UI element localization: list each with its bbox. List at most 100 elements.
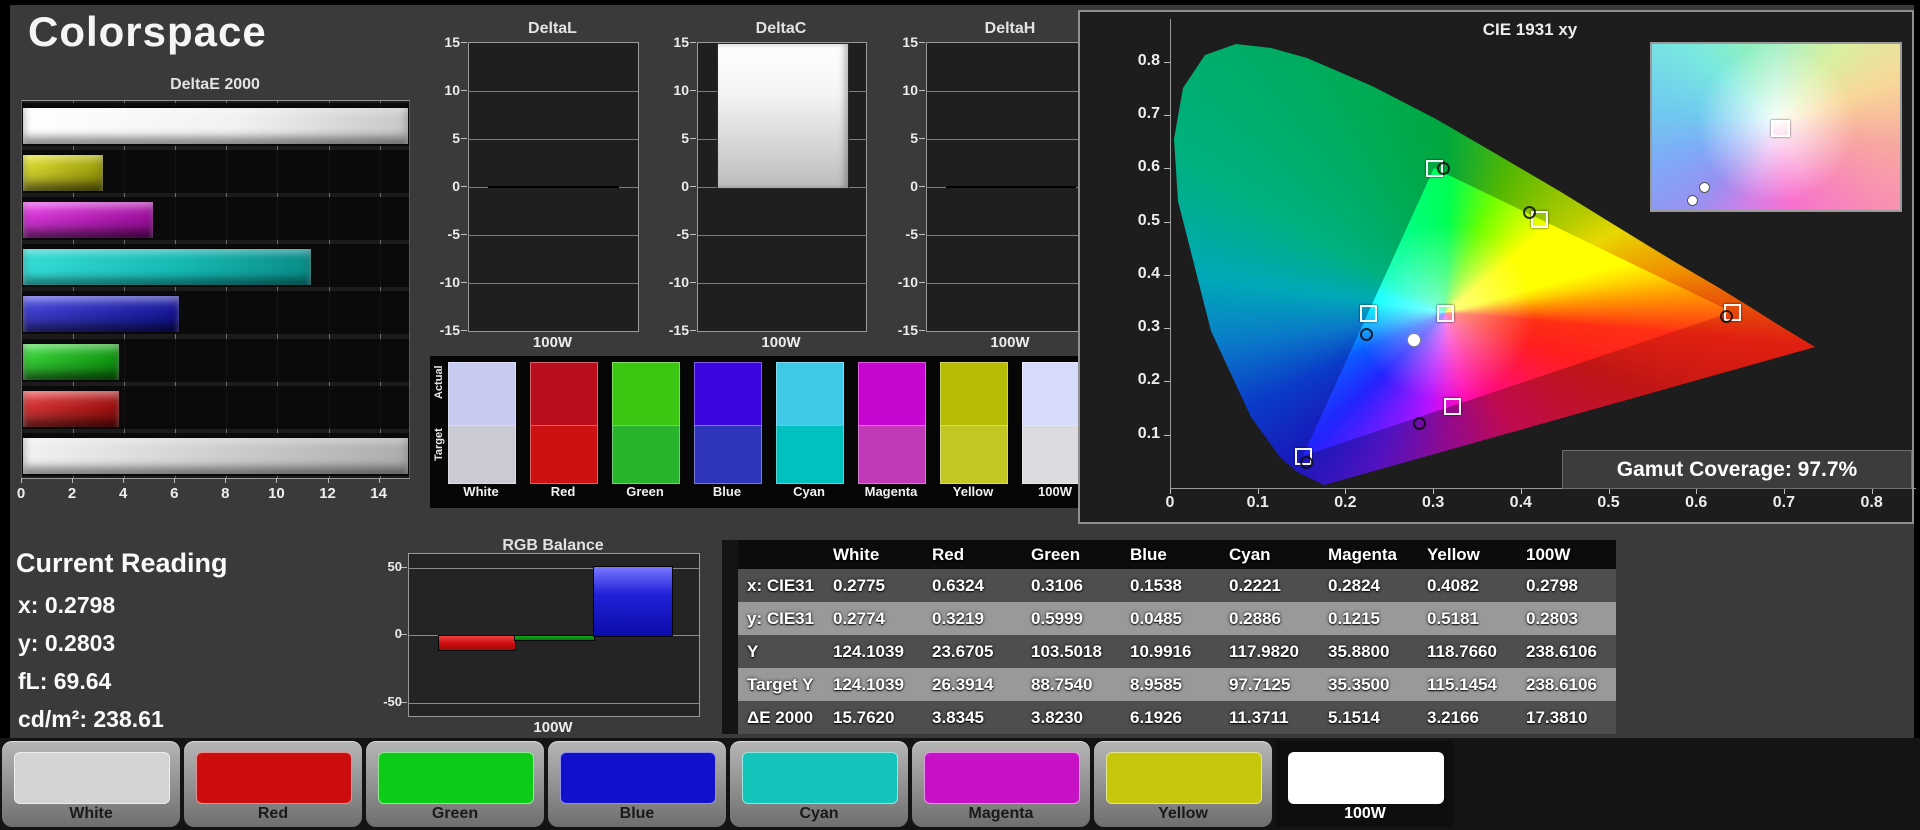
table-cell: 35.3500 — [1328, 675, 1390, 694]
table-cell: 35.8800 — [1328, 642, 1390, 661]
tick — [401, 566, 407, 568]
table-cell: 0.3106 — [1031, 576, 1083, 595]
pattern-bar: WhiteRedGreenBlueCyanMagentaYellow100W ▲… — [0, 738, 1920, 830]
pattern-button-magenta[interactable]: Magenta — [912, 741, 1090, 827]
pattern-button-blue[interactable]: Blue — [548, 741, 726, 827]
tick — [174, 478, 176, 483]
table-cell: 100W — [1526, 545, 1571, 564]
pattern-button-red[interactable]: Red — [184, 741, 362, 827]
table-row: Target Y 124.1039 26.3914 88.7540 8.9585 97.7… — [722, 668, 1616, 701]
table-cell: 117.9820 — [1229, 642, 1299, 661]
current-reading-title: Current Reading — [16, 548, 228, 578]
deltaH-plot — [926, 42, 1096, 332]
pattern-button-cyan[interactable]: Cyan — [730, 741, 908, 827]
y-tick-label: 0.4 — [1137, 264, 1160, 282]
target-row-label: Target — [433, 428, 445, 461]
actual-swatch-blue — [694, 362, 762, 426]
tick — [461, 186, 467, 187]
target-swatch-green — [612, 425, 680, 484]
table-cell: 0.2775 — [833, 576, 885, 595]
pattern-button-100w[interactable]: 100W — [1276, 741, 1454, 827]
white-point-inset — [1650, 42, 1902, 212]
reading-3: cd/m²: 238.61 — [18, 706, 164, 732]
blue-measured-marker — [1299, 456, 1313, 470]
tick — [461, 138, 467, 139]
pattern-button-green[interactable]: Green — [366, 741, 544, 827]
table-cell: 0.6324 — [932, 576, 984, 595]
table-cell: 3.8230 — [1031, 708, 1083, 727]
pattern-button-white[interactable]: White — [2, 741, 180, 827]
pattern-swatch-blue — [560, 752, 716, 804]
y-tick-label: 0 — [452, 178, 460, 194]
tick — [461, 330, 467, 331]
swatch-column-label: Red — [550, 484, 576, 499]
table-cell: 26.3914 — [932, 675, 994, 694]
deltae-bar-white — [22, 107, 409, 145]
x-tick-label: 4 — [119, 485, 128, 502]
tick — [378, 478, 380, 483]
table-cell: 238.6106 — [1526, 675, 1597, 694]
tick — [919, 282, 925, 283]
tick — [401, 701, 407, 703]
white-measured-dot — [1699, 181, 1711, 193]
cyan-target-marker — [1360, 304, 1378, 322]
gridline — [469, 235, 638, 236]
y-tick-label: 15 — [673, 34, 689, 50]
row-label: y: CIE31 — [747, 609, 815, 628]
tick — [21, 478, 22, 483]
pattern-swatch-cyan — [742, 752, 898, 804]
deltae-bar-green — [22, 342, 120, 381]
actual-swatch-magenta — [858, 362, 926, 426]
x-tick-label: 0.8 — [1860, 494, 1883, 511]
table-cell: 0.2774 — [833, 609, 885, 628]
x-tick-label: 0.1 — [1246, 494, 1269, 511]
table-cell: Cyan — [1229, 545, 1271, 564]
pattern-button-label: Green — [431, 805, 479, 822]
y-tick-label: 0.3 — [1137, 318, 1160, 336]
deltae-bar-yellow — [22, 154, 105, 193]
pattern-button-label: 100W — [1344, 805, 1386, 822]
table-row: y: CIE31 0.2774 0.3219 0.5999 0.0485 0.2886 0.… — [722, 602, 1616, 635]
table-cell: 97.7125 — [1229, 675, 1291, 694]
tick — [461, 234, 467, 235]
row-edge — [722, 635, 738, 668]
row-edge — [722, 569, 738, 602]
y-tick-label: -5 — [676, 226, 689, 242]
gridline — [927, 91, 1095, 92]
y-tick-label: 10 — [444, 82, 460, 98]
y-tick-label: -15 — [439, 322, 460, 338]
yellow-measured-marker — [1522, 205, 1536, 219]
deltaL-title: DeltaL — [528, 20, 577, 37]
gridline — [698, 235, 866, 236]
gridline — [469, 283, 638, 284]
pattern-button-yellow[interactable]: Yellow — [1094, 741, 1272, 827]
y-tick-label: 0.2 — [1137, 371, 1160, 389]
actual-target-swatchboard: Actual Target White Red Green Blue Cyan Magenta… — [430, 356, 1112, 508]
table-cell: 0.1215 — [1328, 609, 1380, 628]
y-tick-label: 5 — [681, 130, 689, 146]
y-tick-label: -5 — [905, 226, 918, 242]
red-measured-marker — [1719, 310, 1733, 324]
x-tick-label: 0.6 — [1685, 494, 1708, 511]
gridline — [698, 283, 866, 284]
white-measured-dot — [1686, 195, 1698, 207]
gridline — [409, 702, 699, 704]
table-cell: 124.1039 — [833, 675, 904, 694]
gridline — [469, 139, 638, 140]
pattern-swatch-red — [196, 752, 352, 804]
x-tick-label: 10 — [268, 485, 285, 502]
tick — [123, 478, 125, 483]
x-tick-label: 0.5 — [1597, 494, 1620, 511]
y-tick-label: -10 — [897, 274, 918, 290]
table-row: x: CIE31 0.2775 0.6324 0.3106 0.1538 0.2221 0.… — [722, 569, 1616, 602]
y-tick-label: -15 — [897, 322, 918, 338]
tick — [919, 90, 925, 91]
page-title: Colorspace — [28, 8, 267, 55]
magenta-target-marker — [1444, 397, 1462, 415]
table-cell: 0.5999 — [1031, 609, 1083, 628]
actual-swatch-yellow — [940, 362, 1008, 426]
x-tick-label: 0.2 — [1334, 494, 1357, 511]
tick — [919, 138, 925, 139]
tick — [327, 478, 329, 483]
tick — [690, 138, 696, 139]
